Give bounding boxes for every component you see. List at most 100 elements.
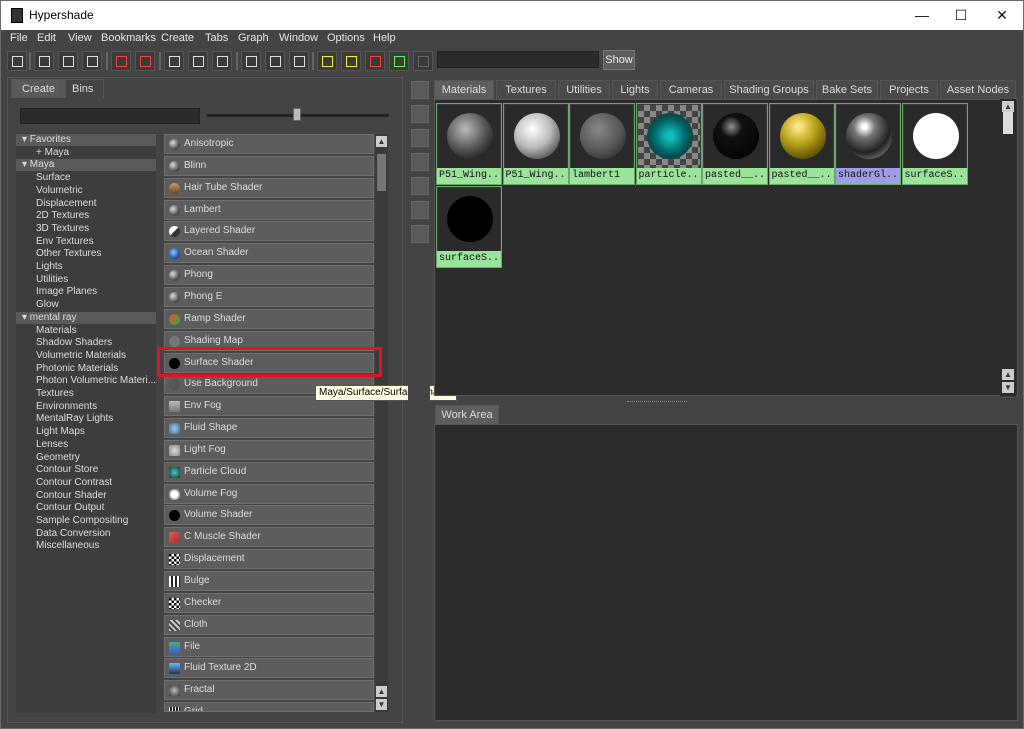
scroll-thumb[interactable] [1003,112,1013,134]
tree-category-item[interactable]: Displacement [16,198,156,210]
graph-down-icon[interactable] [135,51,155,71]
tree-category-item[interactable]: Other Textures [16,248,156,260]
tree-category-item[interactable]: Glow [16,299,156,311]
material-swatch[interactable]: shaderGl... [835,103,901,185]
material-swatch[interactable]: particle... [635,103,702,185]
tab-materials[interactable]: Materials [434,80,494,99]
tab-textures[interactable]: Textures [496,80,556,99]
pane-splitter[interactable] [627,401,687,403]
tree-category-header[interactable]: ▾ Maya [16,159,156,172]
shader-button-layered-shader[interactable]: Layered Shader [164,221,374,242]
tab-bake-sets[interactable]: Bake Sets [816,80,878,99]
materials-scrollbar[interactable]: ▲ ▲ ▼ [1000,99,1016,396]
tree-category-item[interactable]: Lights [16,261,156,273]
tree-category-item[interactable]: Materials [16,325,156,337]
shader-button-ramp-shader[interactable]: Ramp Shader [164,308,374,329]
layout-split-icon[interactable] [82,51,102,71]
panel-tool-icon[interactable] [411,153,429,171]
tab-projects[interactable]: Projects [880,80,938,99]
shader-button-particle-cloud[interactable]: Particle Cloud [164,461,374,482]
material-swatch[interactable]: pasted__... [702,103,768,185]
tab-shading-groups[interactable]: Shading Groups [724,80,814,99]
tree-category-item[interactable]: Environments [16,401,156,413]
shader-ball-icon[interactable] [389,51,409,71]
graph-up-icon[interactable] [111,51,131,71]
scroll-up-arrow-icon[interactable]: ▲ [376,136,387,147]
tab-lights[interactable]: Lights [612,80,658,99]
clear-graph-icon[interactable] [164,51,184,71]
tree-category-item[interactable]: MentalRay Lights [16,413,156,425]
tree-category-header[interactable]: ▾ mental ray [16,311,156,324]
tree-category-header[interactable]: ▾ Favorites [16,134,156,146]
delete-unused-icon[interactable] [365,51,385,71]
swatch-icon[interactable] [341,51,361,71]
scroll-down-arrow-icon[interactable]: ▼ [376,699,387,710]
graph-materials-icon[interactable] [188,51,208,71]
scroll-up-arrow-icon[interactable]: ▲ [1002,369,1014,380]
maximize-button[interactable]: ☐ [938,1,984,30]
shader-button-fractal[interactable]: Fractal [164,680,374,701]
tree-category-item[interactable]: Volumetric Materials [16,350,156,362]
shader-button-fluid-texture-2d[interactable]: Fluid Texture 2D [164,658,374,679]
shader-button-lambert[interactable]: Lambert [164,199,374,220]
material-swatch[interactable]: lambert1 [569,103,635,185]
layout-top-icon[interactable] [34,51,54,71]
panel-tool-icon[interactable] [411,201,429,219]
tree-category-item[interactable]: Sample Compositing [16,515,156,527]
tab-work-area[interactable]: Work Area [435,405,499,424]
menu-window[interactable]: Window [279,32,318,44]
tree-category-item[interactable]: Volumetric [16,185,156,197]
tree-category-item[interactable]: Geometry [16,452,156,464]
layout-bottom-icon[interactable] [58,51,78,71]
material-swatch[interactable]: P51_Wing... [436,103,502,185]
menu-view[interactable]: View [68,32,92,44]
scroll-up-arrow-icon[interactable]: ▲ [1002,101,1014,112]
shader-button-bulge[interactable]: Bulge [164,571,374,591]
shader-button-ocean-shader[interactable]: Ocean Shader [164,243,374,264]
tree-category-item[interactable]: Contour Contrast [16,477,156,489]
menu-tabs[interactable]: Tabs [205,32,228,44]
tree-category-item[interactable]: Image Planes [16,286,156,298]
tree-category-item[interactable]: Surface [16,172,156,184]
input-connections-icon[interactable] [241,51,261,71]
material-swatch[interactable]: pasted__... [768,103,835,185]
material-swatch[interactable]: surfaceS... [901,103,968,185]
tree-category-item[interactable]: Contour Store [16,464,156,476]
tree-category-item[interactable]: Shadow Shaders [16,337,156,349]
menu-file[interactable]: File [10,32,28,44]
close-button[interactable]: ✕ [979,1,1024,30]
shader-button-hair-tube-shader[interactable]: Hair Tube Shader [164,177,374,198]
tab-bins[interactable]: Bins [61,79,105,98]
menu-create[interactable]: Create [161,32,194,44]
tree-category-item[interactable]: Utilities [16,274,156,286]
tree-category-item[interactable]: Photon Volumetric Materi... [16,375,156,387]
panel-tool-icon[interactable] [411,129,429,147]
graph-network-icon[interactable] [212,51,232,71]
menu-help[interactable]: Help [373,32,396,44]
menu-bookmarks[interactable]: Bookmarks [101,32,156,44]
tab-create[interactable]: Create [11,79,67,98]
menu-edit[interactable]: Edit [37,32,56,44]
shader-button-grid[interactable]: Grid [164,702,374,712]
toolbar-search-field[interactable] [437,51,599,68]
work-area[interactable] [434,424,1018,721]
shader-button-displacement[interactable]: Displacement [164,549,374,570]
shader-button-file[interactable]: File [164,636,374,657]
shader-button-volume-fog[interactable]: Volume Fog [164,483,374,504]
tree-category-item[interactable]: 2D Textures [16,210,156,222]
scroll-down-arrow-icon[interactable]: ▼ [1002,382,1014,393]
tab-cameras[interactable]: Cameras [660,80,722,99]
shader-button-volume-shader[interactable]: Volume Shader [164,505,374,526]
scroll-up-arrow-icon[interactable]: ▲ [376,686,387,697]
shader-button-anisotropic[interactable]: Anisotropic [164,134,374,154]
tab-asset-nodes[interactable]: Asset Nodes [940,80,1016,99]
tree-category-item[interactable]: Contour Shader [16,490,156,502]
show-button[interactable]: Show [603,50,635,70]
panel-tool-icon[interactable] [411,177,429,195]
tree-category-item[interactable]: + Maya [16,147,156,159]
tree-category-item[interactable]: Lenses [16,439,156,451]
panel-tool-icon[interactable] [411,105,429,123]
tree-category-item[interactable]: Data Conversion [16,528,156,540]
panel-tool-icon[interactable] [411,225,429,243]
output-connections-icon[interactable] [289,51,309,71]
